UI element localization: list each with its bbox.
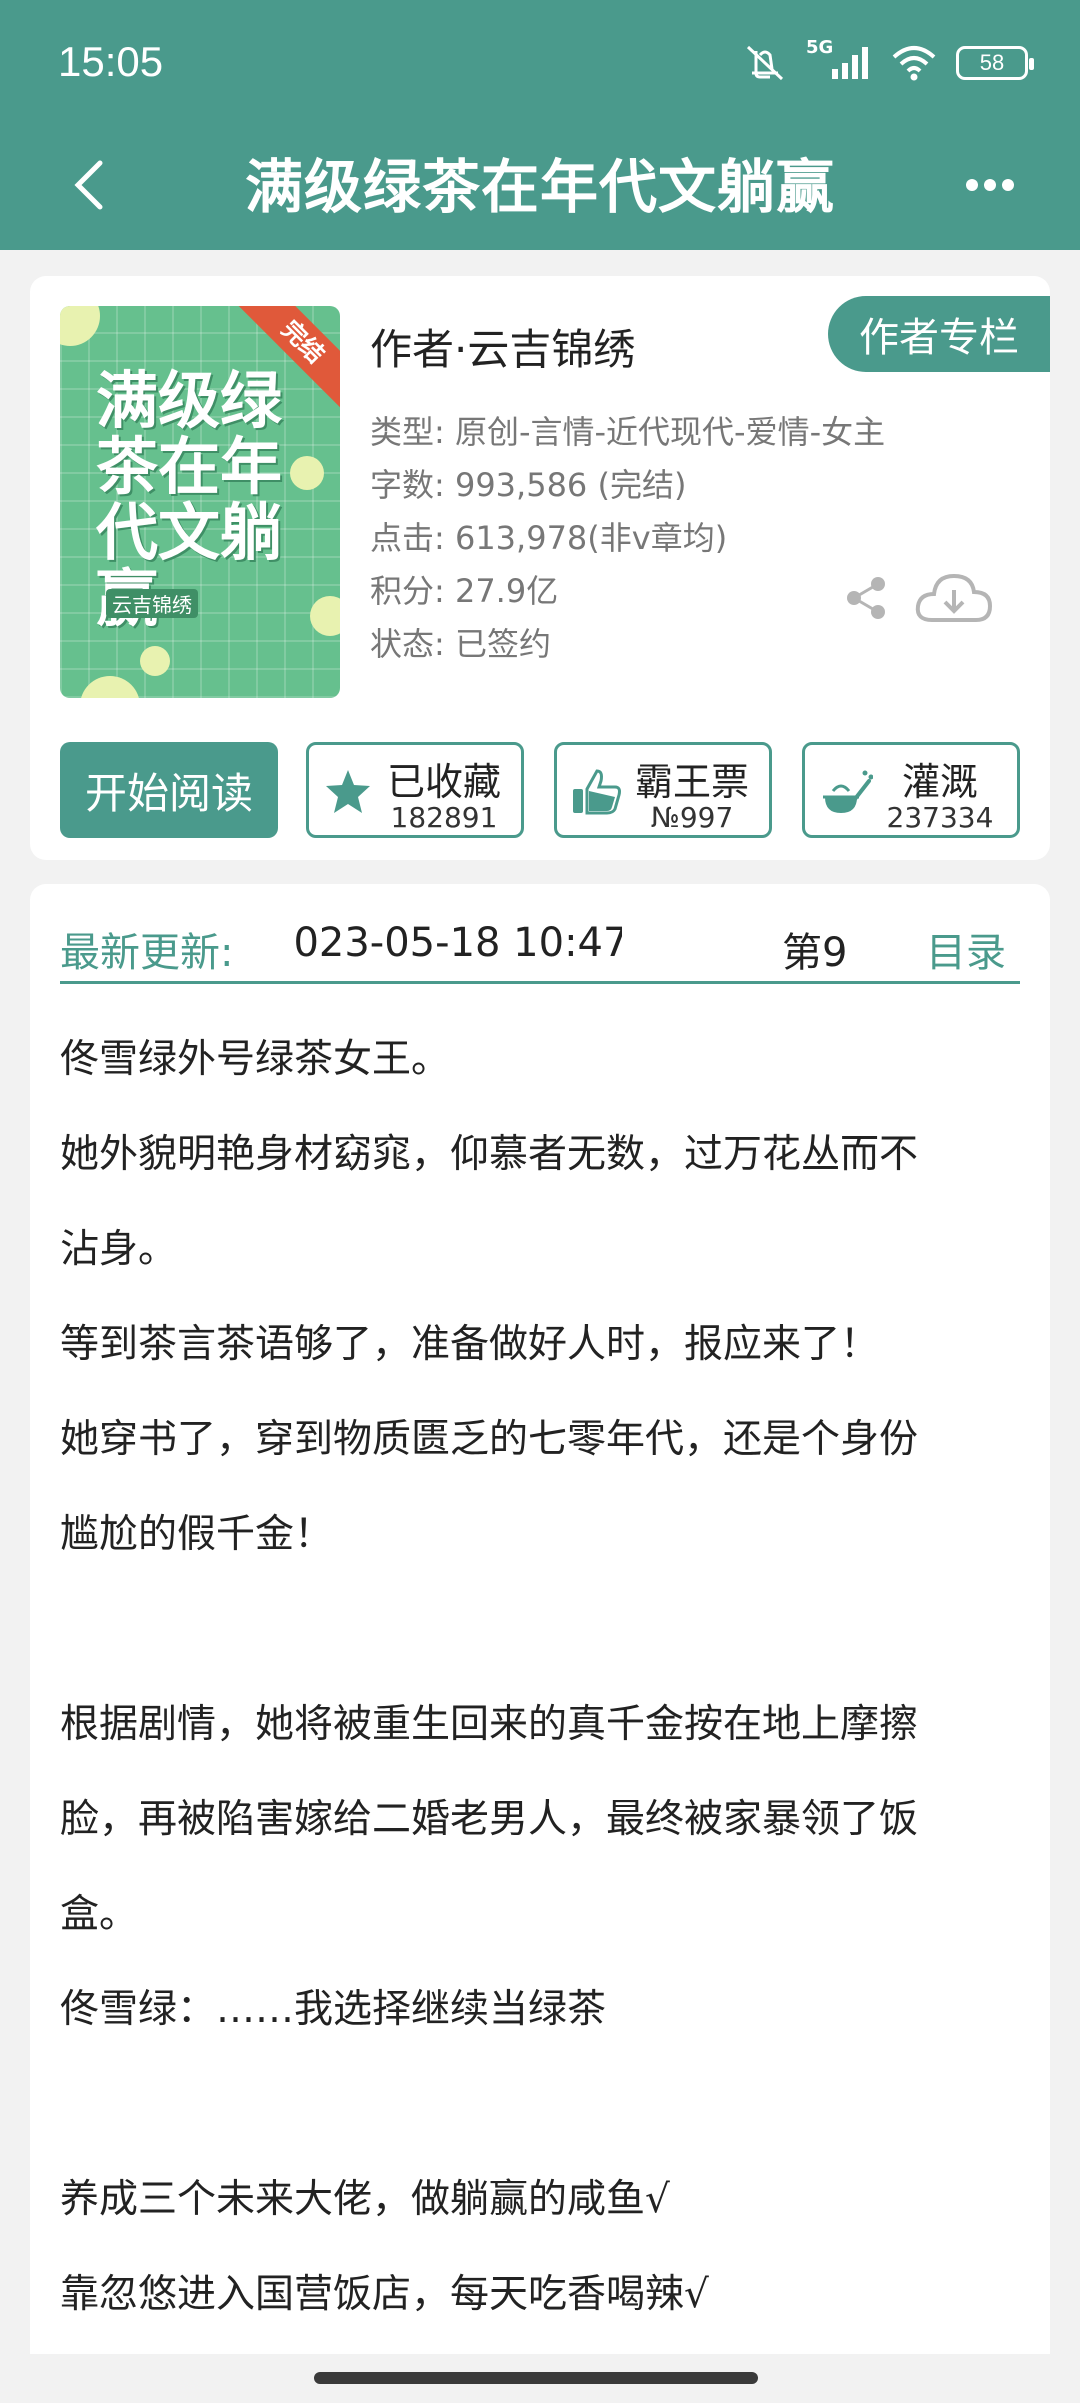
synopsis-line: 佟雪绿：……我选择继续当绿茶 bbox=[60, 1987, 607, 2032]
meta-word-count: 字数: 993,586 (完结) bbox=[370, 466, 687, 504]
synopsis-line: 等到茶言茶语够了，准备做好人时，报应来了！ bbox=[60, 1322, 880, 1367]
book-info-card: 完结 满级绿茶在年代文躺赢 云吉锦绣 作者·云吉锦绣 作者专栏 类型: 原创-言… bbox=[30, 276, 1050, 860]
wifi-icon bbox=[892, 46, 936, 81]
nav-bar: 满级绿茶在年代文躺赢 bbox=[0, 130, 1080, 240]
book-cover[interactable]: 完结 满级绿茶在年代文躺赢 云吉锦绣 bbox=[60, 306, 340, 698]
meta-status: 状态: 已签约 bbox=[370, 625, 551, 663]
synopsis-card: 最新更新: 2023-05-18 10:47:44 第9 目录 佟雪绿外号绿茶女… bbox=[30, 884, 1050, 2403]
vote-ticket-count: №997 bbox=[650, 801, 734, 834]
star-icon bbox=[326, 770, 370, 813]
synopsis-line: 沾身。 bbox=[60, 1227, 178, 1272]
synopsis-line: 尴尬的假千金！ bbox=[60, 1512, 334, 1557]
home-indicator[interactable] bbox=[314, 2372, 758, 2384]
cover-decoration bbox=[60, 306, 100, 346]
status-time: 15:05 bbox=[58, 38, 164, 85]
synopsis-line: 盒。 bbox=[60, 1892, 139, 1937]
app-header: 15:05 5G 58 满级绿茶在年代文躺赢 bbox=[0, 0, 1080, 250]
signal-icon: 5G bbox=[806, 37, 872, 83]
latest-update-time-text: 2023-05-18 10:47:44 bbox=[292, 920, 622, 966]
battery-icon: 58 bbox=[956, 46, 1034, 80]
table-of-contents-button[interactable]: 目录 bbox=[926, 920, 1006, 978]
synopsis-line: 佟雪绿外号绿茶女王。 bbox=[60, 1037, 451, 1082]
synopsis-line: 根据剧情，她将被重生回来的真千金按在地上摩擦 bbox=[60, 1702, 919, 1747]
synopsis-line: 脸，再被陷害嫁给二婚老男人，最终被家暴领了饭 bbox=[60, 1797, 919, 1842]
cover-decoration bbox=[310, 596, 340, 636]
favorite-label: 已收藏 bbox=[386, 760, 501, 804]
download-icon[interactable] bbox=[914, 570, 994, 626]
cover-author: 云吉锦绣 bbox=[106, 589, 198, 618]
meta-genre: 类型: 原创-言情-近代现代-爱情-女主 bbox=[370, 413, 886, 451]
meta-clicks: 点击: 613,978(非v章均) bbox=[370, 519, 728, 557]
irrigate-button[interactable]: 灌溉 237334 bbox=[802, 742, 1020, 838]
irrigate-count: 237334 bbox=[886, 801, 994, 834]
status-bar: 15:05 5G 58 bbox=[0, 0, 1080, 130]
synopsis-line bbox=[60, 1582, 1020, 1677]
latest-update-time: 2023-05-18 10:47:44 bbox=[292, 920, 622, 966]
meta-score: 积分: 27.9亿 bbox=[370, 572, 559, 610]
synopsis-line: 她外貌明艳身材窈窕，仰慕者无数，过万花丛而不 bbox=[60, 1132, 919, 1177]
author-column-button[interactable]: 作者专栏 bbox=[828, 296, 1050, 372]
cover-decoration bbox=[140, 646, 170, 676]
synopsis-line: 养成三个未来大佬，做躺赢的咸鱼√ bbox=[60, 2177, 670, 2222]
irrigate-label: 灌溉 bbox=[901, 760, 978, 804]
latest-update-row[interactable]: 最新更新: 2023-05-18 10:47:44 第9 目录 bbox=[60, 914, 1020, 984]
vote-ticket-label: 霸王票 bbox=[634, 760, 749, 804]
synopsis-text: 佟雪绿外号绿茶女王。 她外貌明艳身材窈窕，仰慕者无数，过万花丛而不 沾身。 等到… bbox=[60, 1012, 1020, 2342]
more-button[interactable] bbox=[950, 145, 1030, 225]
synopsis-line: 靠忽悠进入国营饭店，每天吃香喝辣√ bbox=[60, 2272, 709, 2317]
favorite-count: 182891 bbox=[390, 801, 498, 834]
book-meta: 类型: 原创-言情-近代现代-爱情-女主 字数: 993,586 (完结) 点击… bbox=[370, 406, 885, 671]
start-reading-button[interactable]: 开始阅读 bbox=[60, 742, 278, 838]
latest-chapter: 第9 bbox=[782, 930, 848, 976]
battery-level: 58 bbox=[979, 50, 1005, 75]
synopsis-line: 她穿书了，穿到物质匮乏的七零年代，还是个身份 bbox=[60, 1417, 919, 1462]
thumbs-up-icon bbox=[573, 769, 621, 815]
cover-decoration bbox=[80, 676, 140, 698]
more-dots-icon bbox=[966, 179, 1014, 191]
synopsis-line bbox=[60, 2057, 1020, 2152]
status-icons: 5G 58 bbox=[742, 37, 1034, 88]
author-name[interactable]: 作者·云吉锦绣 bbox=[370, 316, 635, 377]
vote-ticket-button[interactable]: 霸王票 №997 bbox=[554, 742, 772, 838]
mute-icon bbox=[746, 45, 784, 81]
favorite-button[interactable]: 已收藏 182891 bbox=[306, 742, 524, 838]
latest-update-label: 最新更新: bbox=[60, 930, 234, 976]
share-icon[interactable] bbox=[842, 574, 890, 622]
page-title: 满级绿茶在年代文躺赢 bbox=[244, 153, 835, 221]
watering-can-icon bbox=[823, 770, 873, 813]
